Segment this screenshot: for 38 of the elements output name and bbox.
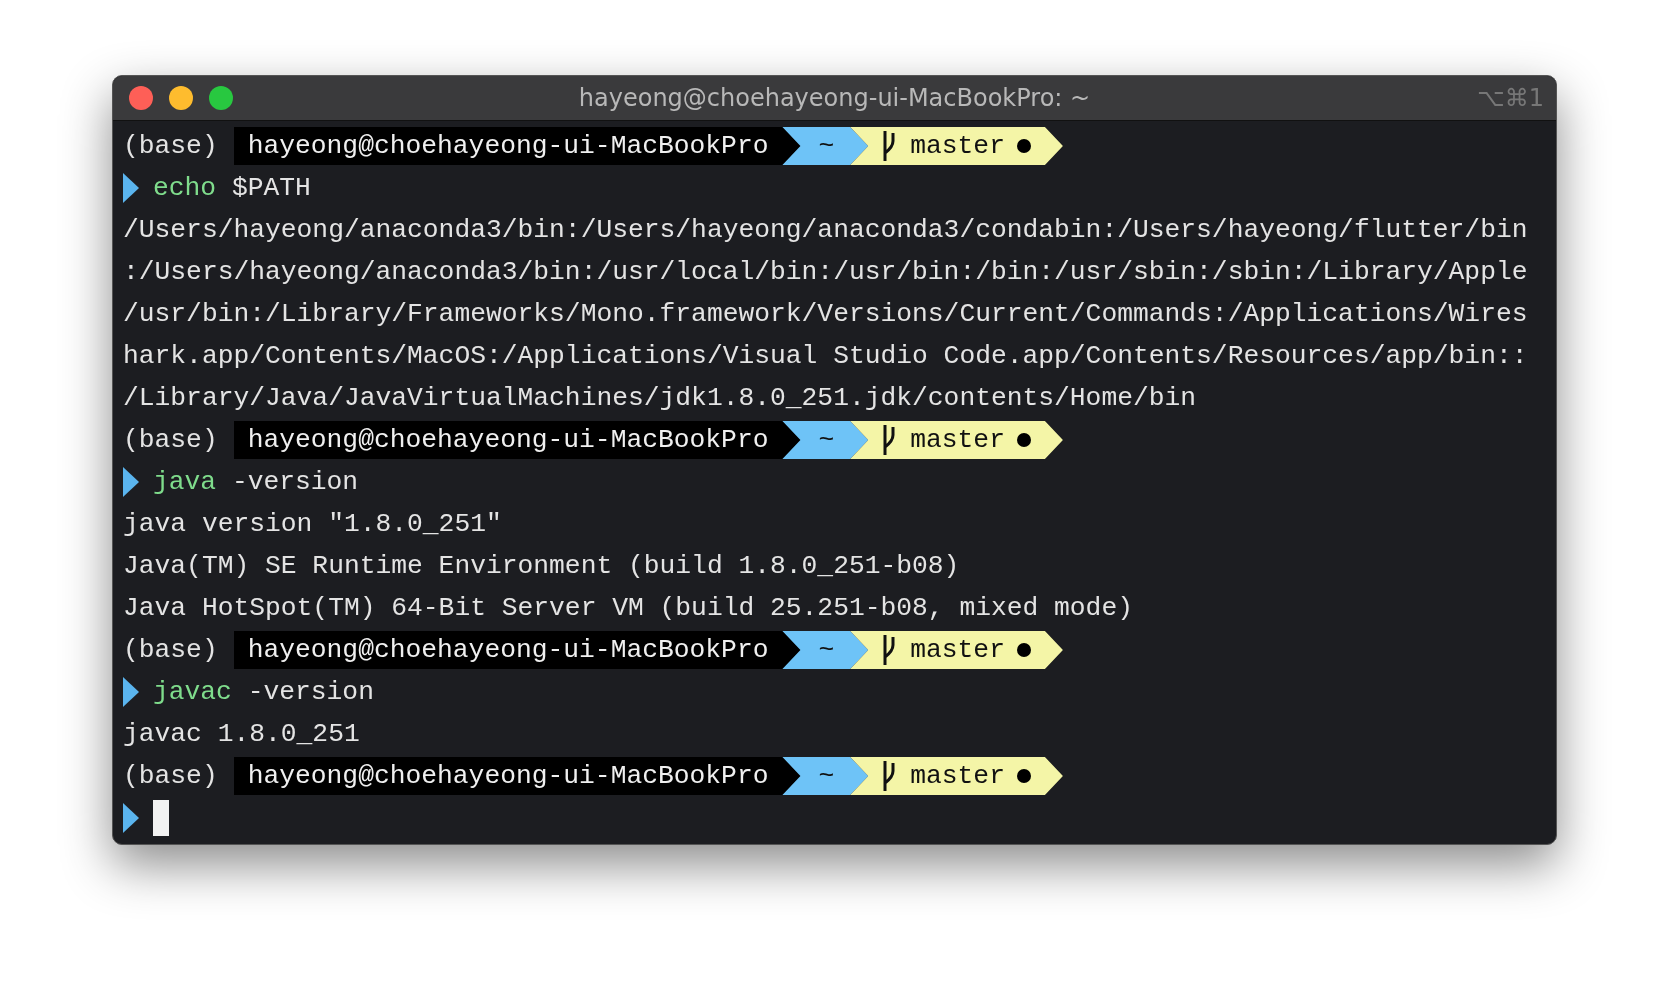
branch-name: master — [910, 425, 1005, 455]
command-line: javac -version — [153, 677, 374, 707]
conda-env-label: (base) — [123, 761, 218, 791]
output-text: javac 1.8.0_251 — [123, 719, 360, 749]
minimize-button[interactable] — [169, 86, 193, 110]
branch-name: master — [910, 761, 1005, 791]
branch-name: master — [910, 635, 1005, 665]
prompt-chevron-icon — [123, 803, 139, 833]
dot-icon — [1016, 433, 1031, 447]
conda-env-label: (base) — [123, 425, 218, 455]
output-text: /Library/Java/JavaVirtualMachines/jdk1.8.0_251.jdk/contents/Home/bin — [123, 383, 1197, 413]
output-text: Java(TM) SE Runtime Environment (build 1.8.0_251-b08) — [123, 551, 960, 581]
window-title: hayeong@choehayeong-ui-MacBookPro: ~ — [578, 84, 1091, 112]
user-host-segment: hayeong@choehayeong-ui-MacBookPro — [233, 421, 801, 459]
prompt-chevron-icon — [123, 173, 139, 203]
output-text: /Users/hayeong/anaconda3/bin:/Users/hayeong/anaconda3/condabin:/Users/hayeong/flutter/bin — [123, 215, 1528, 245]
user-host-segment: hayeong@choehayeong-ui-MacBookPro — [233, 127, 801, 165]
dot-icon — [1016, 769, 1031, 783]
shortcut-label: ⌥⌘1 — [1477, 84, 1544, 112]
zoom-button[interactable] — [209, 86, 233, 110]
conda-env-label: (base) — [123, 131, 218, 161]
output-text: Java HotSpot(TM) 64-Bit Server VM (build 25.251-b08, mixed mode) — [123, 593, 1133, 623]
user-host-segment: hayeong@choehayeong-ui-MacBookPro — [233, 757, 801, 795]
output-text: hark.app/Contents/MacOS:/Applications/Visual Studio Code.app/Contents/Resources/app/bin:: — [123, 341, 1528, 371]
dot-icon — [1016, 139, 1031, 153]
user-host-segment: hayeong@choehayeong-ui-MacBookPro — [233, 631, 801, 669]
prompt-chevron-icon — [123, 467, 139, 497]
text-cursor — [153, 800, 169, 836]
close-button[interactable] — [129, 86, 153, 110]
output-text: java version "1.8.0_251" — [123, 509, 502, 539]
conda-env-label: (base) — [123, 635, 218, 665]
branch-name: master — [910, 131, 1005, 161]
output-text: /usr/bin:/Library/Frameworks/Mono.framework/Versions/Current/Commands:/Applications/Wires — [123, 299, 1528, 329]
command-line: echo $PATH — [153, 173, 311, 203]
output-text: :/Users/hayeong/anaconda3/bin:/usr/local/bin:/usr/bin:/bin:/usr/sbin:/sbin:/Library/Apple — [123, 257, 1528, 287]
prompt-chevron-icon — [123, 677, 139, 707]
dot-icon — [1016, 643, 1031, 657]
command-line: java -version — [153, 467, 359, 497]
